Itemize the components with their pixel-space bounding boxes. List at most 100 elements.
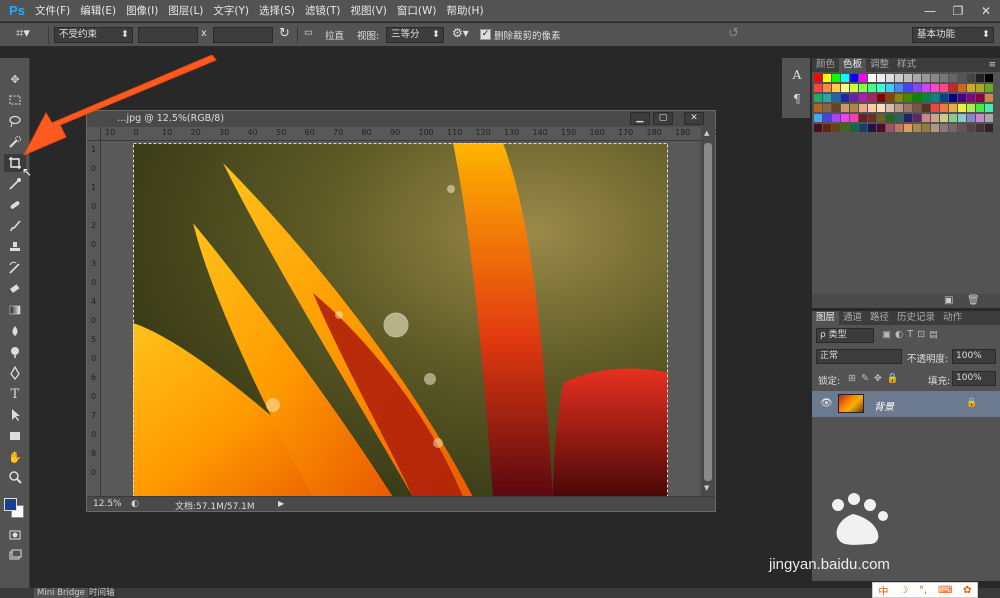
color-swatch[interactable]: [895, 84, 903, 92]
dodge-tool-icon[interactable]: [4, 343, 26, 361]
screen-mode-icon[interactable]: [4, 546, 26, 564]
scrollbar-thumb[interactable]: [704, 143, 712, 481]
color-swatch[interactable]: [940, 104, 948, 112]
horizontal-ruler[interactable]: 10 0 10 20 30 40 50 60 70 80 90 100 110 120 130 140 150 1…: [101, 127, 719, 141]
blend-mode-select[interactable]: 正常: [816, 349, 902, 364]
color-swatch[interactable]: [949, 94, 957, 102]
color-swatch[interactable]: [985, 124, 993, 132]
color-swatch[interactable]: [850, 74, 858, 82]
color-swatch[interactable]: [985, 114, 993, 122]
color-swatch[interactable]: [877, 74, 885, 82]
document-titlebar[interactable]: …jpg @ 12.5%(RGB/8) ▁ ▢ ✕: [87, 111, 715, 127]
color-swatch[interactable]: [859, 94, 867, 102]
color-swatch[interactable]: [814, 124, 822, 132]
gear-icon[interactable]: ⚙▾: [452, 26, 469, 40]
color-swatch[interactable]: [868, 114, 876, 122]
color-swatch[interactable]: [823, 104, 831, 112]
color-swatch[interactable]: [868, 104, 876, 112]
color-swatch[interactable]: [976, 74, 984, 82]
keyboard-icon[interactable]: ⌨: [938, 585, 952, 596]
color-swatch[interactable]: [841, 124, 849, 132]
color-swatch[interactable]: [886, 114, 894, 122]
close-icon[interactable]: ✕: [972, 1, 1000, 21]
straighten-icon[interactable]: ▭: [304, 27, 313, 38]
tab-actions[interactable]: 动作: [939, 311, 966, 325]
color-swatch[interactable]: [886, 104, 894, 112]
trash-icon[interactable]: 🗑: [967, 295, 980, 306]
doc-close-icon[interactable]: ✕: [684, 112, 704, 125]
tab-layers[interactable]: 图层: [812, 311, 840, 325]
menu-image[interactable]: 图像(I): [121, 0, 163, 22]
color-swatch[interactable]: [967, 74, 975, 82]
color-swatch[interactable]: [913, 124, 921, 132]
color-swatch[interactable]: [913, 94, 921, 102]
tab-paths[interactable]: 路径: [866, 311, 893, 325]
color-swatch[interactable]: [895, 94, 903, 102]
color-swatch[interactable]: [940, 114, 948, 122]
lasso-tool-icon[interactable]: [4, 112, 26, 130]
color-swatch[interactable]: [859, 124, 867, 132]
color-swatch[interactable]: [922, 94, 930, 102]
tab-styles[interactable]: 样式: [893, 58, 920, 72]
color-swatch[interactable]: [967, 114, 975, 122]
gear-icon[interactable]: ✿: [963, 585, 971, 596]
color-swatch[interactable]: [859, 104, 867, 112]
zoom-level[interactable]: 12.5%: [93, 499, 122, 509]
color-swatch[interactable]: [922, 84, 930, 92]
gradient-tool-icon[interactable]: [4, 301, 26, 319]
new-swatch-icon[interactable]: ▣: [944, 295, 953, 306]
layer-name[interactable]: 背景: [874, 398, 894, 413]
color-swatch[interactable]: [814, 74, 822, 82]
hand-tool-icon[interactable]: ✋: [4, 448, 26, 466]
color-swatch[interactable]: [922, 74, 930, 82]
ime-chinese-mode[interactable]: 中: [878, 583, 888, 598]
color-swatch[interactable]: [823, 124, 831, 132]
color-swatch[interactable]: [904, 114, 912, 122]
color-swatch[interactable]: [958, 84, 966, 92]
color-swatch[interactable]: [985, 94, 993, 102]
color-swatch[interactable]: [841, 74, 849, 82]
color-swatch[interactable]: [958, 104, 966, 112]
layer-filter-icons[interactable]: ▣◐T⊡▤: [882, 329, 942, 340]
layer-row-background[interactable]: 👁 背景 🔒: [812, 391, 1000, 417]
delete-cropped-checkbox[interactable]: ✓: [480, 29, 491, 40]
color-swatch[interactable]: [823, 84, 831, 92]
eye-icon[interactable]: 👁: [820, 398, 833, 409]
color-swatch[interactable]: [877, 104, 885, 112]
color-swatch[interactable]: [940, 124, 948, 132]
color-swatch[interactable]: [931, 74, 939, 82]
color-swatch[interactable]: [967, 94, 975, 102]
doc-maximize-icon[interactable]: ▢: [653, 112, 673, 125]
color-swatch[interactable]: [940, 84, 948, 92]
crop-tool-preset-icon[interactable]: ⌗▾: [16, 26, 30, 41]
color-swatch[interactable]: [904, 94, 912, 102]
color-swatch[interactable]: [922, 124, 930, 132]
clone-stamp-icon[interactable]: [4, 238, 26, 256]
tab-color[interactable]: 颜色: [812, 58, 839, 72]
color-swatch[interactable]: [976, 104, 984, 112]
healing-brush-icon[interactable]: [4, 196, 26, 214]
color-swatch[interactable]: [904, 104, 912, 112]
color-swatch[interactable]: [976, 114, 984, 122]
foreground-color-swatch[interactable]: [4, 498, 17, 511]
color-swatch[interactable]: [859, 74, 867, 82]
color-swatch[interactable]: [886, 94, 894, 102]
fill-input[interactable]: 100%: [952, 371, 996, 386]
color-swatch[interactable]: [841, 84, 849, 92]
vertical-ruler[interactable]: 1 0 1 0 2 0 3 0 4 0 5 0 6 0 7 0 8 0: [87, 141, 101, 496]
color-swatch[interactable]: [832, 74, 840, 82]
color-swatch[interactable]: [949, 124, 957, 132]
color-swatch[interactable]: [868, 74, 876, 82]
color-swatch[interactable]: [868, 84, 876, 92]
rectangle-tool-icon[interactable]: [4, 427, 26, 445]
color-swatch[interactable]: [859, 84, 867, 92]
color-swatch[interactable]: [868, 94, 876, 102]
doc-minimize-icon[interactable]: ▁: [630, 112, 650, 125]
quick-mask-icon[interactable]: [4, 526, 26, 544]
color-swatch[interactable]: [922, 104, 930, 112]
color-swatch[interactable]: [850, 84, 858, 92]
color-swatch[interactable]: [967, 84, 975, 92]
color-swatch[interactable]: [877, 124, 885, 132]
color-swatch[interactable]: [949, 84, 957, 92]
color-swatch[interactable]: [877, 114, 885, 122]
